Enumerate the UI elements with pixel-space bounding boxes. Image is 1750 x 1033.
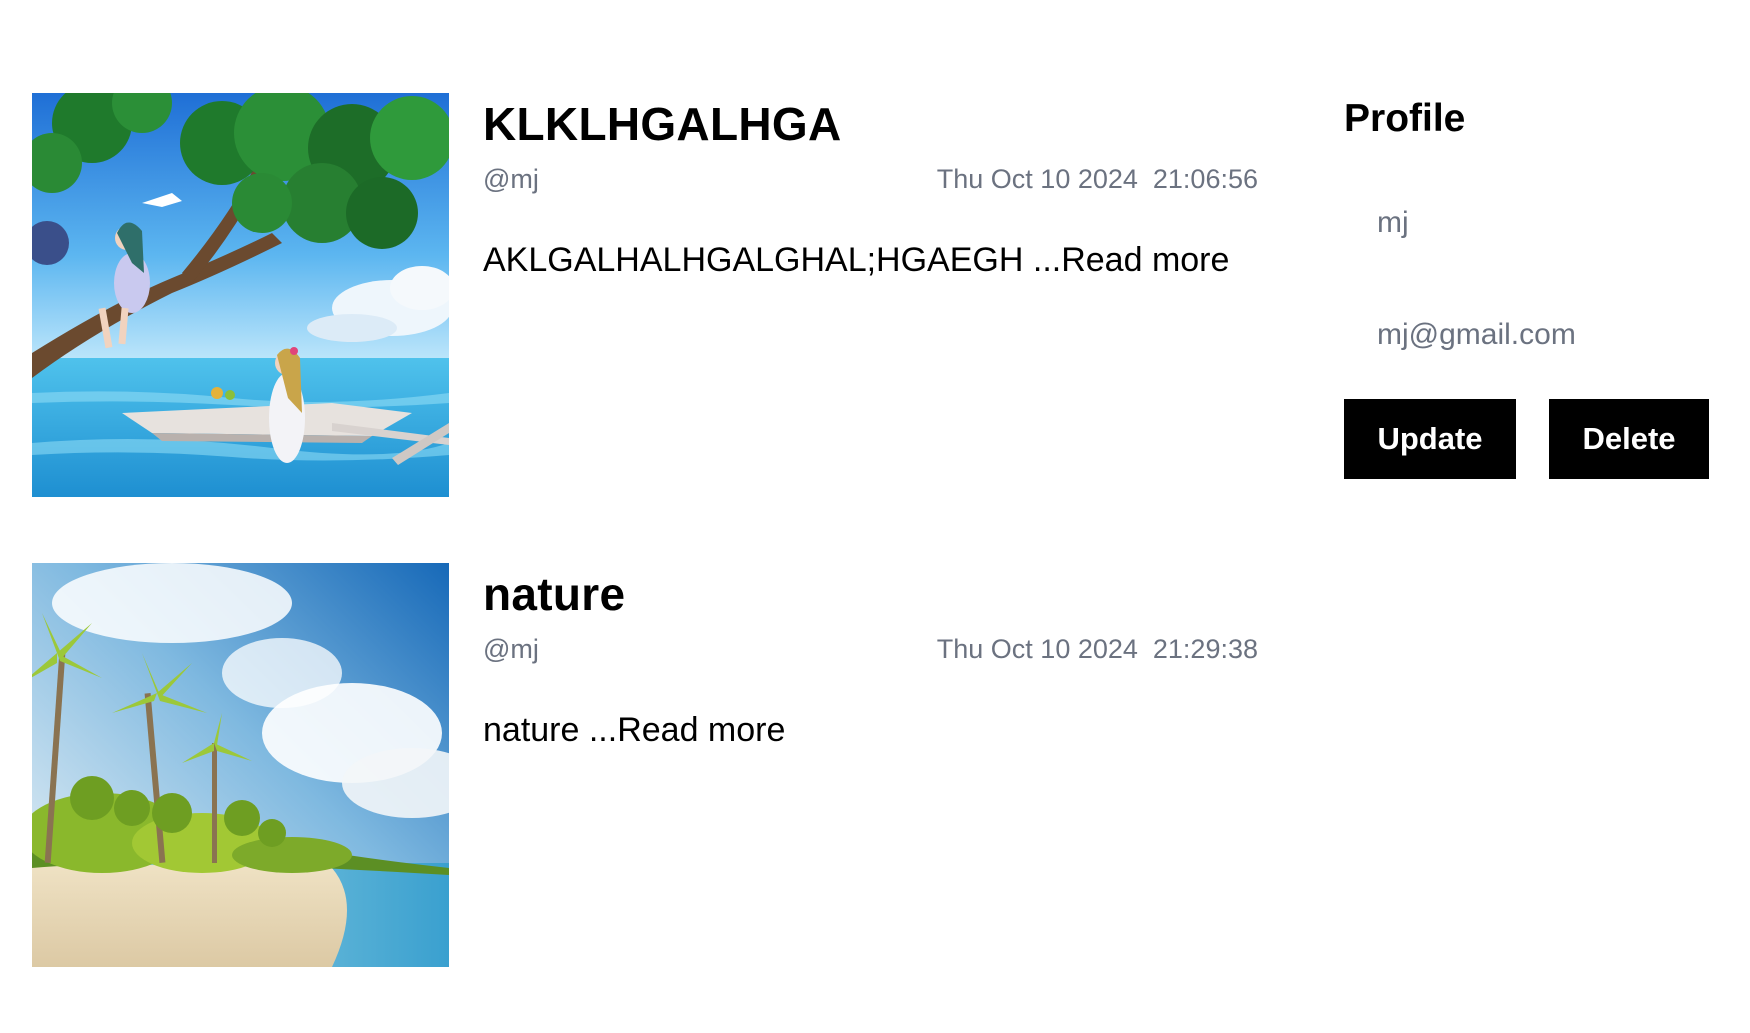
- post-list: KLKLHGALHGA @mj Thu Oct 10 2024 21:06:56…: [32, 93, 1262, 1033]
- read-more-link[interactable]: ...Read more: [589, 711, 786, 749]
- update-button[interactable]: Update: [1344, 398, 1516, 479]
- post-excerpt: nature ...Read more: [483, 710, 1258, 751]
- read-more-link[interactable]: ...Read more: [1033, 241, 1230, 279]
- post-author: @mj: [483, 164, 539, 195]
- post-title[interactable]: KLKLHGALHGA: [483, 97, 1258, 152]
- post-excerpt-text: AKLGALHALHGALGHAL;HGAEGH: [483, 241, 1024, 280]
- post-body: KLKLHGALHGA @mj Thu Oct 10 2024 21:06:56…: [483, 93, 1258, 281]
- post-image[interactable]: [32, 563, 449, 967]
- post-image[interactable]: [32, 93, 449, 497]
- post-meta: @mj Thu Oct 10 2024 21:06:56: [483, 164, 1258, 198]
- profile-actions: Update Delete: [1344, 398, 1724, 479]
- post-title[interactable]: nature: [483, 567, 1258, 622]
- delete-button[interactable]: Delete: [1549, 398, 1709, 479]
- profile-email-field[interactable]: [1344, 312, 1717, 357]
- post-date: Thu Oct 10 2024 21:06:56: [936, 164, 1258, 195]
- post-body: nature @mj Thu Oct 10 2024 21:29:38 natu…: [483, 563, 1258, 751]
- post-excerpt: AKLGALHALHGALGHAL;HGAEGH ...Read more: [483, 240, 1258, 281]
- post-card: nature @mj Thu Oct 10 2024 21:29:38 natu…: [32, 563, 1262, 967]
- post-author: @mj: [483, 634, 539, 665]
- profile-panel: Profile Update Delete: [1344, 96, 1724, 479]
- post-date: Thu Oct 10 2024 21:29:38: [936, 634, 1258, 665]
- profile-title: Profile: [1344, 97, 1466, 140]
- profile-name-field[interactable]: [1344, 200, 1717, 245]
- post-card: KLKLHGALHGA @mj Thu Oct 10 2024 21:06:56…: [32, 93, 1262, 497]
- post-meta: @mj Thu Oct 10 2024 21:29:38: [483, 634, 1258, 668]
- post-excerpt-text: nature: [483, 711, 580, 750]
